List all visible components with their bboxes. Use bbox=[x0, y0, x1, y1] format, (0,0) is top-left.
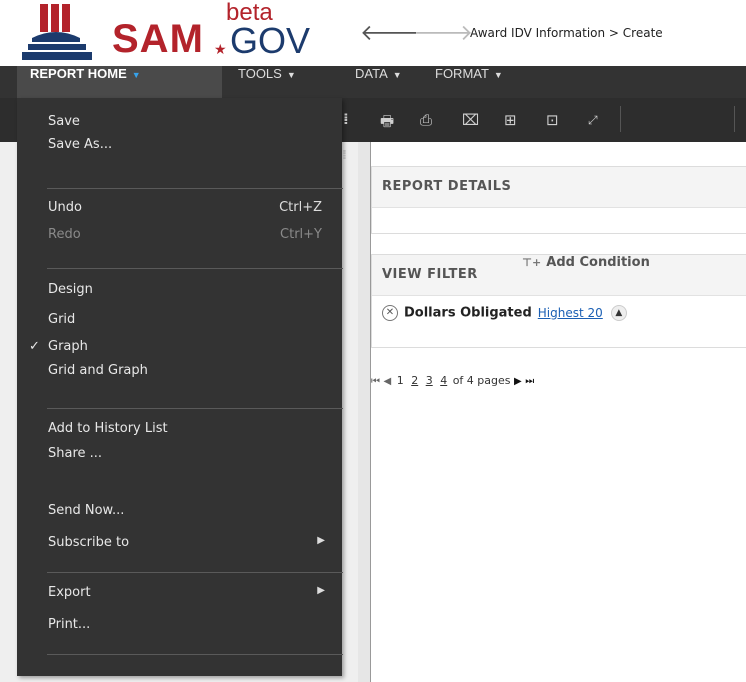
filter-field-name: Dollars Obligated bbox=[404, 305, 532, 321]
export-image-icon[interactable]: ⊡ bbox=[546, 111, 559, 129]
app-header: SAM beta ★ GOV 🡐 🡒 Award IDV Information… bbox=[0, 0, 746, 66]
report-details-header[interactable]: REPORT DETAILS bbox=[372, 167, 746, 208]
remove-filter-icon[interactable]: ✕ bbox=[382, 305, 398, 321]
menu-item-subscribe[interactable]: Subscribe to ▶ bbox=[17, 535, 342, 561]
pager: ⏮ ◀ 1 2 3 4 of 4 pages ▶ ⏭ bbox=[371, 374, 534, 387]
menu-report-home[interactable]: REPORT HOME ▼ bbox=[17, 66, 222, 98]
menu-bar: REPORT HOME ▼ TOOLS ▼ DATA ▼ FORMAT ▼ bbox=[0, 66, 746, 98]
menu-item-label: Export bbox=[48, 585, 91, 600]
caret-down-icon: ▼ bbox=[392, 70, 402, 80]
menu-item-label: Save As... bbox=[48, 137, 113, 152]
prev-page-icon[interactable]: ◀ bbox=[384, 376, 392, 387]
chevron-right-icon: ▶ bbox=[317, 535, 325, 546]
menu-separator bbox=[47, 654, 343, 655]
logo-sam-text: SAM bbox=[112, 17, 204, 61]
report-details-panel: REPORT DETAILS bbox=[371, 166, 746, 234]
toolbar-separator bbox=[734, 106, 735, 132]
menu-data[interactable]: DATA ▼ bbox=[355, 66, 402, 98]
page-3-link[interactable]: 3 bbox=[426, 374, 433, 387]
report-home-dropdown: Save Save As... Undo Ctrl+Z Redo Ctrl+Y De… bbox=[17, 98, 343, 676]
export-excel-icon[interactable]: ⌧ bbox=[462, 111, 479, 129]
menu-item-label: Redo bbox=[48, 227, 81, 242]
capitol-dome-icon bbox=[22, 4, 92, 60]
menu-item-label: Send Now... bbox=[48, 503, 125, 518]
next-page-icon[interactable]: ▶ bbox=[514, 376, 522, 387]
sam-gov-logo[interactable]: SAM beta ★ GOV bbox=[18, 0, 318, 62]
back-arrow-icon[interactable]: 🡐 bbox=[360, 20, 419, 46]
menu-label: FORMAT bbox=[435, 66, 489, 81]
menu-format[interactable]: FORMAT ▼ bbox=[435, 66, 503, 98]
filter-condition: ✕ Dollars Obligated Highest 20 ▲ bbox=[382, 305, 627, 335]
menu-label: TOOLS bbox=[238, 66, 282, 81]
menu-tools[interactable]: TOOLS ▼ bbox=[238, 66, 296, 98]
menu-separator bbox=[47, 188, 343, 189]
menu-item-print[interactable]: Print... bbox=[17, 617, 342, 643]
menu-item-undo[interactable]: Undo Ctrl+Z bbox=[17, 200, 342, 226]
view-filter-header: VIEW FILTER ⊤+ Add Condition bbox=[372, 255, 746, 296]
menu-item-label: Grid and Graph bbox=[48, 363, 148, 378]
menu-item-label: Grid bbox=[48, 312, 76, 327]
caret-down-icon: ▼ bbox=[131, 70, 141, 80]
star-icon: ★ bbox=[214, 42, 227, 58]
menu-item-label: Share ... bbox=[48, 446, 103, 461]
view-filter-title: VIEW FILTER bbox=[382, 267, 478, 282]
menu-item-save-as[interactable]: Save As... bbox=[17, 137, 342, 163]
menu-item-add-history[interactable]: Add to History List bbox=[17, 421, 342, 447]
caret-down-icon: ▼ bbox=[286, 70, 296, 80]
filter-arrow-up-icon[interactable]: ▲ bbox=[610, 305, 627, 321]
page-count-text: of 4 pages bbox=[452, 374, 511, 387]
menu-separator bbox=[47, 268, 343, 269]
logo-gov-text: GOV bbox=[230, 20, 311, 61]
menu-item-design[interactable]: Design bbox=[17, 282, 342, 308]
check-icon: ✓ bbox=[29, 339, 40, 354]
shortcut-text: Ctrl+Z bbox=[279, 200, 322, 215]
menu-label: REPORT HOME bbox=[30, 66, 127, 81]
export-pdf-icon[interactable]: ⎙ bbox=[420, 111, 432, 129]
menu-item-label: Save bbox=[48, 114, 80, 129]
menu-item-label: Add to History List bbox=[48, 421, 168, 436]
toolbar-handle-icon: ⁞ bbox=[343, 110, 349, 128]
menu-separator bbox=[47, 572, 343, 573]
menu-item-redo[interactable]: Redo Ctrl+Y bbox=[17, 227, 342, 253]
menu-item-grid-and-graph[interactable]: Grid and Graph bbox=[17, 363, 342, 389]
chevron-right-icon: ▶ bbox=[317, 585, 325, 596]
add-condition-button[interactable]: ⊤+ Add Condition bbox=[522, 255, 650, 270]
menu-item-label: Undo bbox=[48, 200, 82, 215]
last-page-icon[interactable]: ⏭ bbox=[525, 376, 534, 387]
menu-item-label: Graph bbox=[48, 339, 88, 354]
report-content: REPORT DETAILS VIEW FILTER ⊤+ Add Conditi… bbox=[371, 142, 746, 682]
first-page-icon[interactable]: ⏮ bbox=[371, 376, 380, 387]
menu-item-label: Design bbox=[48, 282, 93, 297]
menu-item-label: Print... bbox=[48, 617, 91, 632]
breadcrumb: Award IDV Information > Create bbox=[470, 26, 663, 40]
expand-icon[interactable]: ⤢ bbox=[588, 113, 598, 128]
page-4-link[interactable]: 4 bbox=[440, 374, 447, 387]
pane-splitter[interactable] bbox=[358, 142, 371, 682]
menu-item-export[interactable]: Export ▶ bbox=[17, 585, 342, 611]
export-grid-icon[interactable]: ⊞ bbox=[504, 111, 517, 129]
menu-item-send-now[interactable]: Send Now... bbox=[17, 503, 342, 529]
page-1: 1 bbox=[396, 374, 404, 387]
menu-item-share[interactable]: Share ... bbox=[17, 446, 342, 472]
print-icon[interactable]: 🖶 bbox=[380, 111, 394, 136]
caret-down-icon: ▼ bbox=[493, 70, 503, 80]
toolbar-separator bbox=[620, 106, 621, 132]
shortcut-text: Ctrl+Y bbox=[280, 227, 322, 242]
menu-item-grid[interactable]: Grid bbox=[17, 312, 342, 338]
menu-label: DATA bbox=[355, 66, 388, 81]
filter-value-link[interactable]: Highest 20 bbox=[538, 306, 603, 320]
splitter-grip-icon: ⁞ bbox=[342, 148, 347, 163]
filter-add-icon: ⊤+ bbox=[522, 256, 542, 269]
forward-arrow-icon[interactable]: 🡒 bbox=[414, 20, 473, 46]
view-filter-panel: VIEW FILTER ⊤+ Add Condition ✕ Dollars Obl… bbox=[371, 254, 746, 348]
menu-item-graph[interactable]: ✓ Graph bbox=[17, 339, 342, 365]
menu-item-label: Subscribe to bbox=[48, 535, 130, 550]
menu-separator bbox=[47, 408, 343, 409]
add-condition-label: Add Condition bbox=[546, 255, 650, 270]
page-2-link[interactable]: 2 bbox=[411, 374, 418, 387]
